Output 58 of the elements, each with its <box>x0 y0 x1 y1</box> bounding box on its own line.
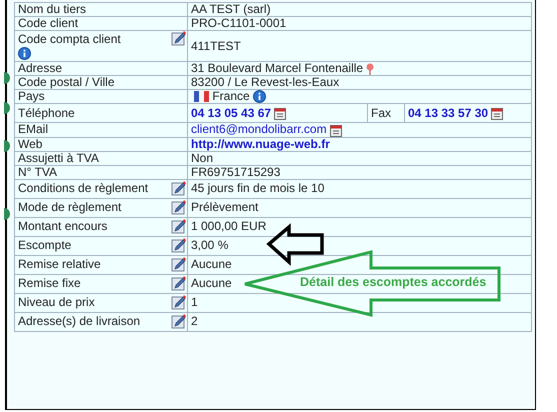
field-label: N° TVA <box>18 164 58 179</box>
field-label: Conditions de règlement <box>18 181 148 196</box>
value-text: Aucune <box>191 276 232 290</box>
info-icon[interactable] <box>18 47 31 60</box>
value-text: France <box>212 89 250 103</box>
field-label: Pays <box>18 89 45 104</box>
tab-edge-icon <box>4 208 10 220</box>
field-label: Mode de règlement <box>18 200 122 214</box>
flag-icon <box>194 91 209 102</box>
calendar-icon[interactable] <box>491 106 504 120</box>
calendar-icon[interactable] <box>274 106 286 120</box>
edit-icon[interactable] <box>171 295 186 310</box>
edit-icon[interactable] <box>171 276 186 292</box>
value-text: 1 <box>191 295 198 310</box>
field-label: Code client <box>18 16 78 30</box>
field-label: Téléphone <box>18 106 75 120</box>
field-label: Nom du tiers <box>18 2 86 16</box>
value-text: 3,00 % <box>191 238 228 252</box>
edit-icon[interactable] <box>171 200 186 216</box>
field-label: Remise relative <box>18 257 101 272</box>
value-text: Non <box>191 150 214 165</box>
edit-icon[interactable] <box>171 31 186 46</box>
value-text: PRO-C1101-0001 <box>191 16 286 30</box>
edit-icon[interactable] <box>171 219 186 234</box>
edit-icon[interactable] <box>171 314 186 330</box>
calendar-icon[interactable] <box>330 124 342 137</box>
field-label: Montant encours <box>18 219 108 234</box>
tab-edge-icon <box>4 140 10 152</box>
field-label: Remise fixe <box>18 276 81 290</box>
field-label: Web <box>18 136 42 151</box>
field-label: Fax <box>371 106 392 120</box>
field-label: Adresse <box>18 61 62 75</box>
field-label: Code postal / Ville <box>18 75 115 89</box>
field-label: Code compta client <box>18 32 121 47</box>
value-text: 45 jours fin de mois le 10 <box>191 181 324 196</box>
field-label: Escompte <box>18 238 72 252</box>
value-text: 1 000,00 EUR <box>191 219 266 234</box>
field-label: EMail <box>18 122 48 136</box>
value-text: FR69751715293 <box>191 164 280 179</box>
value-text: 411TEST <box>191 38 241 52</box>
tab-edge-icon <box>4 102 10 114</box>
edit-icon[interactable] <box>171 257 186 272</box>
annotation-text: Détail des escomptes accordés <box>300 275 486 289</box>
value-text: Aucune <box>191 257 232 272</box>
field-label: Assujetti à TVA <box>18 150 99 165</box>
edit-icon[interactable] <box>171 238 186 254</box>
arrow-drawing <box>266 223 324 266</box>
edit-icon[interactable] <box>171 181 186 196</box>
field-label: Niveau de prix <box>18 295 95 310</box>
map-pin-icon[interactable] <box>366 62 374 75</box>
value-text: 83200 / Le Revest-les-Eaux <box>191 75 340 89</box>
value-text: 31 Boulevard Marcel Fontenaille <box>191 61 364 75</box>
value-text: 2 <box>191 314 198 328</box>
value-text: Prélèvement <box>191 200 258 214</box>
info-icon[interactable] <box>252 90 266 104</box>
value-text: AA TEST (sarl) <box>191 2 271 16</box>
field-label: Adresse(s) de livraison <box>18 314 140 328</box>
tab-edge-icon <box>4 72 10 84</box>
